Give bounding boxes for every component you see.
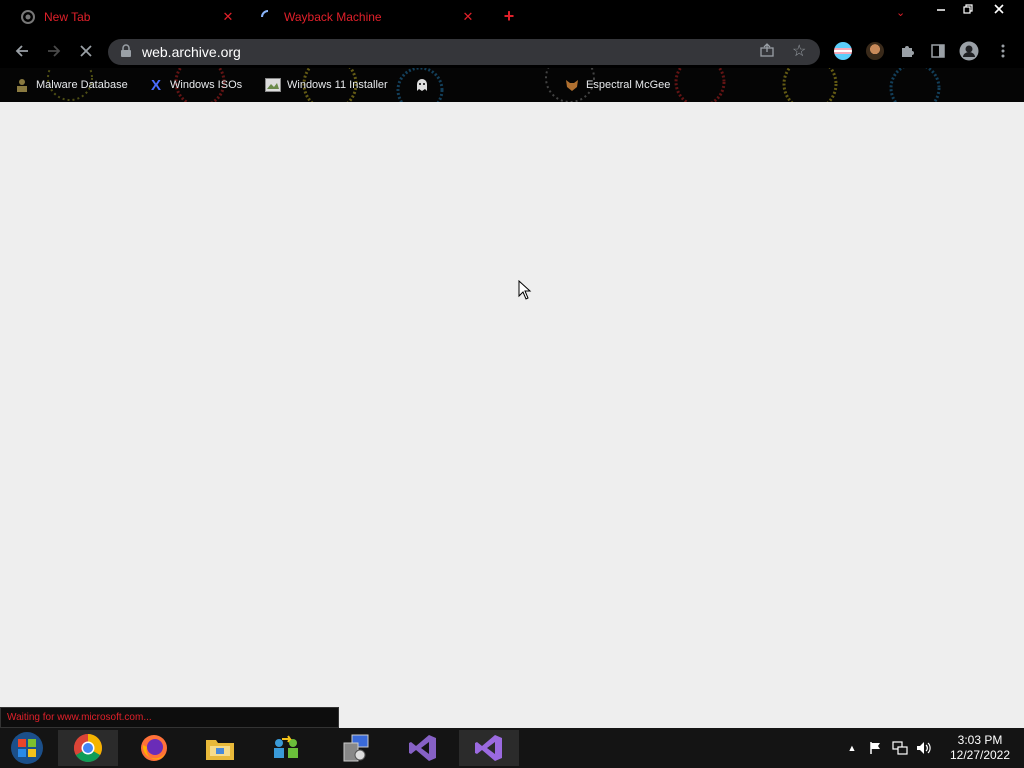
x-logo-icon: X (150, 76, 161, 94)
visual-studio-icon (475, 735, 502, 761)
address-bar[interactable]: web.archive.org ☆ (108, 39, 820, 65)
lock-icon[interactable] (120, 44, 134, 60)
start-orb-button[interactable] (0, 730, 54, 766)
tab-search-chevron-down-icon[interactable]: ⌄ (896, 6, 905, 19)
forward-arrow-icon[interactable] (43, 40, 65, 62)
bookmark-star-icon[interactable]: ☆ (792, 41, 806, 61)
restore-button[interactable] (954, 0, 982, 18)
taskbar: ▲ 3:03 PM 12/27/2022 (0, 728, 1024, 768)
taskbar-firefox[interactable] (124, 730, 184, 766)
bookmark-windows-isos[interactable]: X Windows ISOs (148, 76, 242, 94)
taskbar-visual-studio[interactable] (393, 730, 453, 766)
ghost-icon (414, 77, 430, 93)
loading-spinner-icon (260, 9, 276, 25)
clock-date: 12/27/2022 (949, 748, 1011, 762)
side-panel-icon[interactable] (927, 40, 949, 62)
extension-avatar-icon[interactable] (866, 42, 884, 60)
extensions-puzzle-icon[interactable] (896, 40, 918, 62)
windows-logo-icon (11, 732, 43, 764)
tab-title: Wayback Machine (284, 10, 382, 24)
taskbar-easy-transfer[interactable] (256, 730, 316, 766)
system-clock[interactable]: 3:03 PM 12/27/2022 (940, 733, 1020, 763)
chrome-icon (20, 9, 36, 25)
close-window-button[interactable] (985, 0, 1013, 18)
bookmark-malware-database[interactable]: Malware Database (14, 76, 128, 94)
taskbar-visual-studio-2[interactable] (459, 730, 519, 766)
menu-kebab-icon[interactable] (992, 40, 1014, 62)
bookmark-label: Windows ISOs (170, 79, 243, 91)
fox-icon (564, 77, 580, 93)
tab-new-tab[interactable]: New Tab ✕ (10, 3, 246, 31)
volume-speaker-icon[interactable] (916, 740, 932, 756)
clock-time: 3:03 PM (957, 733, 1003, 747)
person-icon (14, 77, 30, 93)
chrome-icon (74, 734, 102, 762)
status-bubble: Waiting for www.microsoft.com... (0, 707, 339, 728)
tab-strip: New Tab ✕ Wayback Machine ✕ + ⌄ (0, 0, 1024, 34)
image-icon (265, 77, 281, 93)
visual-studio-icon (409, 735, 436, 761)
new-tab-button[interactable]: + (500, 7, 518, 25)
bookmark-label: Malware Database (36, 79, 128, 91)
bookmark-espectral-mcgee[interactable]: Espectral McGee (564, 76, 670, 94)
folder-icon (206, 740, 234, 760)
stop-loading-icon[interactable] (75, 40, 97, 62)
taskbar-installer[interactable] (326, 730, 386, 766)
bookmark-movie-site[interactable] (414, 76, 436, 94)
firefox-icon (141, 735, 167, 761)
browser-toolbar: web.archive.org ☆ (0, 34, 1024, 68)
tab-title: New Tab (44, 10, 91, 24)
page-viewport[interactable] (0, 102, 1024, 728)
mouse-cursor-icon (518, 279, 532, 305)
close-icon[interactable]: ✕ (220, 9, 236, 25)
installer-icon (343, 734, 369, 762)
bookmark-windows-11-installer[interactable]: Windows 11 Installer (265, 76, 388, 94)
taskbar-chrome[interactable] (58, 730, 118, 766)
bookmarks-bar: Malware Database X Windows ISOs Windows … (0, 68, 1024, 102)
close-icon[interactable]: ✕ (460, 9, 476, 25)
taskbar-file-explorer[interactable] (190, 730, 250, 766)
network-icon[interactable] (892, 740, 908, 756)
extension-flag-icon[interactable] (834, 42, 852, 60)
show-hidden-icons-chevron-up-icon[interactable]: ▲ (844, 740, 860, 756)
action-center-flag-icon[interactable] (868, 740, 884, 756)
bookmark-label: Espectral McGee (586, 79, 671, 91)
back-arrow-icon[interactable] (11, 40, 33, 62)
share-icon[interactable] (760, 43, 774, 60)
easy-transfer-icon (274, 735, 298, 758)
url-text[interactable]: web.archive.org (142, 44, 241, 60)
bookmark-label: Windows 11 Installer (287, 79, 388, 91)
tab-wayback-machine[interactable]: Wayback Machine ✕ (250, 3, 486, 31)
profile-avatar-icon[interactable] (958, 40, 980, 62)
minimize-button[interactable] (927, 0, 955, 18)
